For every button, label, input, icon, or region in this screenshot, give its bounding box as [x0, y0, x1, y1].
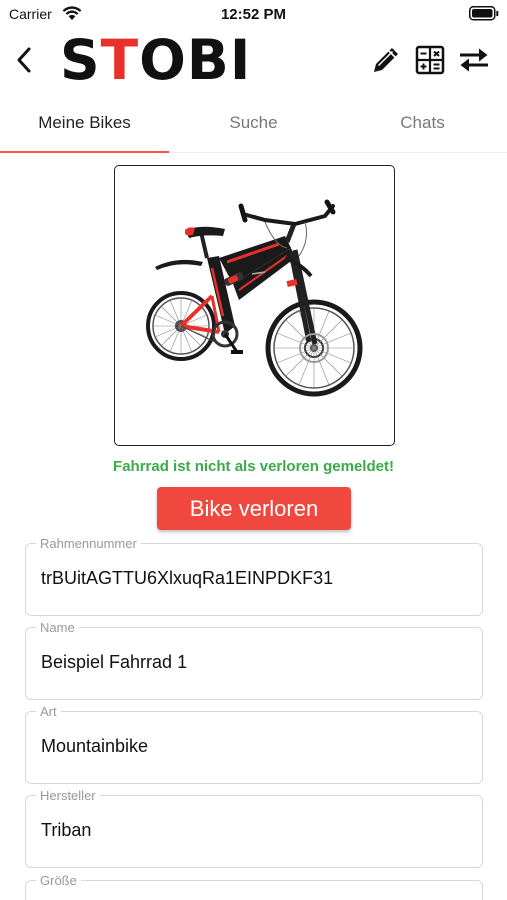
frame-number-field[interactable]: Rahmennummer trBUitAGTTU6XlxuqRa1EINPDKF…	[25, 536, 483, 616]
name-value: Beispiel Fahrrad 1	[41, 652, 188, 672]
chevron-left-icon	[17, 47, 31, 73]
name-label: Name	[36, 620, 79, 635]
calculator-icon	[415, 45, 444, 75]
front-wheel	[265, 299, 363, 397]
manufacturer-value: Triban	[41, 820, 92, 840]
logo-red-part: T	[100, 28, 140, 92]
header-actions	[368, 42, 491, 78]
back-button[interactable]	[8, 42, 40, 78]
status-bar: Carrier 12:52 PM	[0, 0, 507, 28]
manufacturer-label: Hersteller	[36, 788, 100, 803]
bike-lost-button[interactable]: Bike verloren	[157, 487, 351, 530]
swap-arrows-icon	[459, 48, 488, 72]
name-field[interactable]: Name Beispiel Fahrrad 1	[25, 620, 483, 700]
main-frame	[207, 236, 295, 334]
front-fork	[284, 223, 318, 345]
tab-chats[interactable]: Chats	[338, 94, 507, 152]
type-label: Art	[36, 704, 61, 719]
pencil-icon	[373, 48, 398, 72]
edit-button[interactable]	[368, 43, 403, 78]
tab-meine-bikes[interactable]: Meine Bikes	[0, 94, 169, 153]
tab-bar: Meine Bikes Suche Chats	[0, 94, 507, 153]
status-time: 12:52 PM	[220, 6, 287, 23]
manufacturer-field[interactable]: Hersteller Triban	[25, 788, 483, 868]
frame-number-value: trBUitAGTTU6XlxuqRa1EINPDKF31	[41, 568, 334, 588]
swap-button[interactable]	[456, 43, 491, 78]
mountain-bike-illustration	[146, 199, 363, 397]
app-header: STOBI	[0, 28, 507, 94]
battery-icon	[469, 6, 499, 21]
saddle	[185, 226, 225, 259]
type-value: Mountainbike	[41, 736, 149, 756]
status-message: Fahrrad ist nicht als verloren gemeldet!	[113, 458, 394, 475]
size-label: Größe	[36, 873, 81, 888]
size-field[interactable]: Größe	[25, 873, 483, 900]
rear-fender	[155, 259, 203, 270]
tab-suche[interactable]: Suche	[169, 94, 338, 152]
brand-logo: STOBI	[60, 28, 252, 92]
calculator-button[interactable]	[412, 43, 447, 78]
frame-number-label: Rahmennummer	[36, 536, 141, 551]
type-field[interactable]: Art Mountainbike	[25, 704, 483, 784]
bike-image[interactable]	[114, 165, 395, 446]
